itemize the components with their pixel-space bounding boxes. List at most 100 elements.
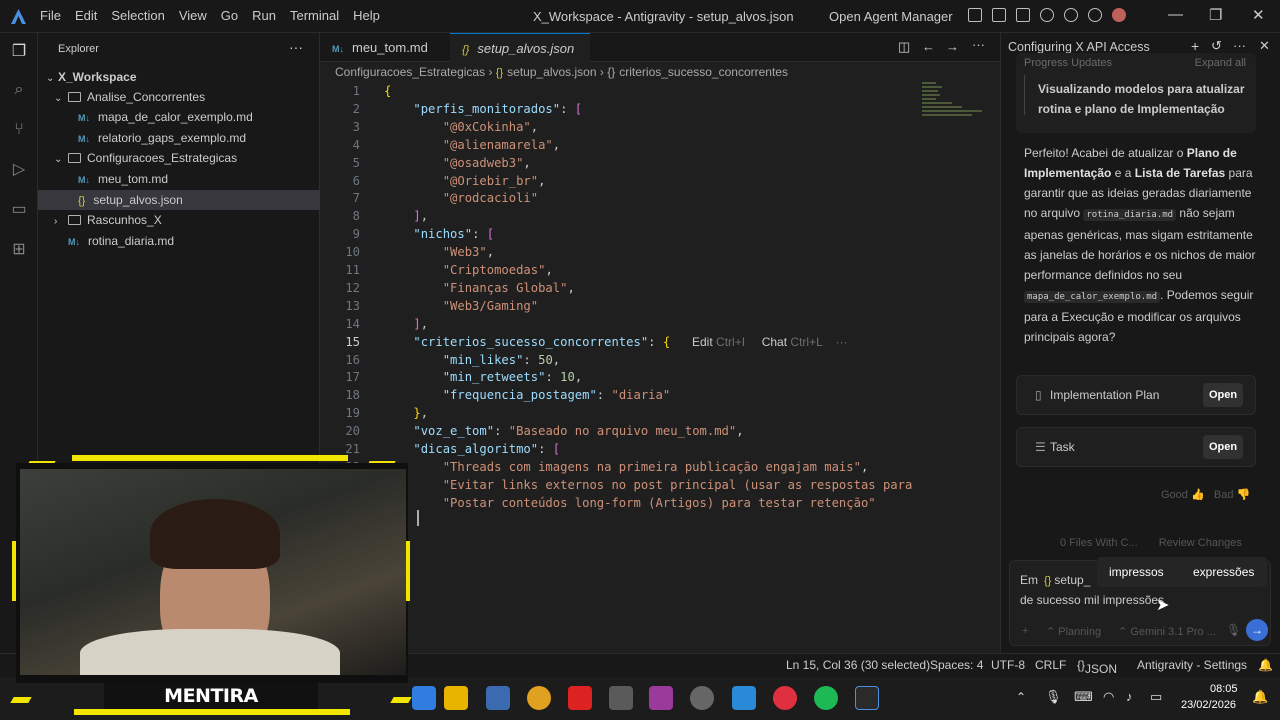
code-line[interactable]: "@Oriebir_br", [384, 174, 546, 188]
open-agent-manager-button[interactable]: Open Agent Manager [829, 9, 953, 24]
clock-date[interactable]: 23/02/2026 [1181, 699, 1236, 711]
search-icon[interactable]: ⌕ [10, 81, 28, 99]
send-icon[interactable]: → [1246, 619, 1268, 641]
spotify-icon[interactable] [814, 686, 838, 710]
arrow-right-icon[interactable]: → [946, 39, 959, 54]
code-line[interactable]: "nichos": [ [384, 227, 494, 241]
volume-icon[interactable]: ♪ [1126, 689, 1133, 704]
chevron-up-icon[interactable]: ⌃ [1016, 690, 1026, 704]
tree-folder[interactable]: ⌄ Analise_Concorrentes [54, 87, 320, 107]
code-line[interactable]: "dicas_algoritmo": [ [384, 442, 560, 456]
inline-edit-button[interactable]: Edit Ctrl+I [692, 335, 745, 349]
more-icon[interactable]: ··· [836, 335, 848, 349]
tab-meu-tom[interactable]: M↓ meu_tom.md [320, 33, 450, 62]
code-line[interactable]: ], [384, 317, 428, 331]
suggestion-item[interactable]: impressos [1109, 565, 1164, 579]
close-icon[interactable]: ✕ [1252, 6, 1265, 24]
code-line[interactable]: "@rodcacioli" [384, 191, 538, 205]
tree-root[interactable]: ⌄ X_Workspace [46, 67, 320, 87]
app-icon[interactable] [773, 686, 797, 710]
code-line[interactable]: "Postar conteúdos long-form (Artigos) pa… [384, 496, 876, 510]
minimap[interactable] [922, 82, 986, 132]
notifications-icon[interactable]: 🔔 [1258, 658, 1273, 672]
code-editor[interactable]: 1 {2 "perfis_monitorados": [3 "@0xCokinha… [320, 82, 1000, 653]
code-line[interactable]: "min_likes": 50, [384, 353, 560, 367]
menu-file[interactable]: File [40, 8, 61, 23]
gear-icon[interactable] [1088, 8, 1102, 22]
good-button[interactable]: Good 👍 [1161, 489, 1205, 501]
more-icon[interactable]: ··· [972, 37, 985, 52]
code-line[interactable]: "Web3", [384, 245, 494, 259]
code-line[interactable]: "frequencia_postagem": "diaria" [384, 388, 670, 402]
tree-folder[interactable]: › Rascunhos_X [54, 210, 320, 230]
language-mode[interactable]: {} JSON [1077, 658, 1117, 676]
plus-icon[interactable]: + [1022, 625, 1028, 637]
app-icon[interactable] [690, 686, 714, 710]
expand-all-button[interactable]: Expand all [1195, 57, 1246, 69]
code-line[interactable]: "voz_e_tom": "Baseado no arquivo meu_tom… [384, 424, 743, 438]
files-changed-label[interactable]: 0 Files With C... [1060, 537, 1138, 549]
artifact-implementation-plan[interactable]: ▯ Implementation Plan Open [1016, 375, 1256, 415]
arrow-left-icon[interactable]: ← [922, 39, 935, 54]
code-line[interactable]: "@0xCokinha", [384, 120, 538, 134]
artifact-task[interactable]: ☰ Task Open [1016, 427, 1256, 467]
code-line[interactable]: ], [384, 209, 428, 223]
cursor-position[interactable]: Ln 15, Col 36 (30 selected) [786, 658, 930, 672]
extensions-icon[interactable]: ⊞ [10, 241, 28, 259]
menu-edit[interactable]: Edit [75, 8, 97, 23]
snipping-tool-icon[interactable] [649, 686, 673, 710]
microphone-icon[interactable]: 🎙 [1045, 689, 1062, 705]
menu-view[interactable]: View [179, 8, 207, 23]
inline-chat-button[interactable]: Chat Ctrl+L [762, 335, 823, 349]
chrome-icon[interactable] [527, 686, 551, 710]
plus-icon[interactable]: + [1191, 38, 1199, 54]
code-line[interactable]: "criterios_sucesso_concorrentes": { [384, 335, 670, 349]
code-line[interactable]: "Criptomoedas", [384, 263, 553, 277]
keyboard-icon[interactable]: ⌨ [1074, 689, 1093, 705]
code-line[interactable]: }, [384, 406, 428, 420]
split-editor-icon[interactable]: ◫ [898, 39, 910, 55]
files-icon[interactable]: ❐ [10, 43, 28, 61]
more-icon[interactable]: ··· [1233, 38, 1246, 53]
close-icon[interactable]: ✕ [1259, 38, 1270, 54]
tab-setup-alvos[interactable]: {}setup_alvos.json ✕ [450, 33, 590, 87]
source-control-icon[interactable]: ⑂ [10, 121, 28, 139]
calculator-icon[interactable] [609, 686, 633, 710]
menu-go[interactable]: Go [221, 8, 238, 23]
notifications-icon[interactable]: 🔔 [1252, 689, 1268, 705]
tree-folder[interactable]: ⌄ Configuracoes_Estrategicas [54, 148, 320, 168]
breadcrumb-folder[interactable]: Configuracoes_Estrategicas [335, 65, 485, 79]
menu-selection[interactable]: Selection [111, 8, 164, 23]
code-line[interactable]: "Threads com imagens na primeira publica… [384, 460, 869, 474]
minimize-icon[interactable]: — [1168, 6, 1183, 23]
tree-file[interactable]: M↓ rotina_diaria.md [68, 231, 320, 251]
more-icon[interactable]: ··· [289, 39, 303, 55]
search-icon[interactable] [1040, 8, 1054, 22]
run-debug-icon[interactable]: ▷ [10, 161, 28, 179]
avatar[interactable] [1112, 8, 1126, 22]
code-line[interactable]: "perfis_monitorados": [ [384, 102, 582, 116]
toggle-secondary-sidebar-icon[interactable] [1016, 8, 1030, 22]
toggle-panel-icon[interactable] [992, 8, 1006, 22]
account-icon[interactable] [1064, 8, 1078, 22]
open-task-button[interactable]: Open [1203, 435, 1243, 459]
menu-help[interactable]: Help [353, 8, 380, 23]
notepad-icon[interactable] [732, 686, 756, 710]
encoding[interactable]: UTF-8 [991, 658, 1025, 672]
menu-run[interactable]: Run [252, 8, 276, 23]
code-line[interactable]: "min_retweets": 10, [384, 370, 582, 384]
breadcrumb-symbol[interactable]: criterios_sucesso_concorrentes [619, 65, 788, 79]
battery-icon[interactable]: ▭ [1150, 689, 1162, 705]
microphone-icon[interactable]: 🎙 [1226, 623, 1241, 637]
history-icon[interactable]: ↺ [1211, 38, 1222, 54]
indentation[interactable]: Spaces: 4 [930, 658, 983, 672]
code-line[interactable]: "Finanças Global", [384, 281, 575, 295]
tree-file[interactable]: M↓ relatorio_gaps_exemplo.md [78, 128, 320, 148]
review-changes-button[interactable]: Review Changes [1159, 537, 1242, 549]
code-line[interactable]: "Web3/Gaming" [384, 299, 538, 313]
tree-file[interactable]: M↓ mapa_de_calor_exemplo.md [78, 107, 320, 127]
suggestion-item[interactable]: expressões [1193, 565, 1254, 579]
maximize-icon[interactable]: ❐ [1209, 6, 1222, 24]
settings-link[interactable]: Antigravity - Settings [1137, 658, 1247, 672]
mode-selector[interactable]: ⌃ Planning [1046, 625, 1101, 638]
